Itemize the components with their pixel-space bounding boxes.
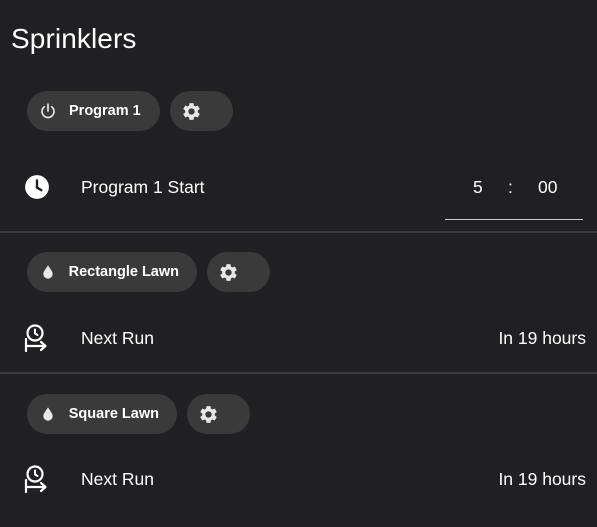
clock-icon (23, 173, 51, 201)
timer-arrow-icon (23, 465, 51, 494)
program-1-start-label: Program 1 Start (81, 176, 205, 197)
gear-icon (217, 261, 239, 283)
next-run-value: In 19 hours (498, 327, 586, 348)
divider (0, 231, 597, 233)
time-separator: : (508, 177, 513, 197)
program-1-label: Program 1 (69, 103, 141, 119)
next-run-label: Next Run (81, 327, 154, 348)
gear-icon (180, 100, 202, 122)
rectangle-lawn-label: Rectangle Lawn (68, 264, 179, 280)
power-icon (39, 102, 57, 120)
square-lawn-next-run-row: Next Run In 19 hours (0, 459, 597, 499)
square-lawn-chip[interactable]: Square Lawn (27, 394, 177, 434)
rectangle-lawn-next-run-row: Next Run In 19 hours (0, 318, 597, 358)
time-minute-field[interactable]: 00 (538, 177, 557, 198)
gear-icon (197, 403, 219, 425)
program-1-settings-button[interactable] (170, 91, 233, 131)
next-run-value: In 19 hours (498, 468, 586, 489)
square-lawn-label: Square Lawn (68, 406, 159, 422)
rectangle-lawn-chip[interactable]: Rectangle Lawn (27, 252, 197, 292)
timer-arrow-icon (23, 324, 51, 353)
rectangle-lawn-settings-button[interactable] (207, 252, 270, 292)
sprinklers-card: Sprinklers Program 1 Program 1 Start 5:… (0, 0, 597, 527)
divider (0, 372, 597, 374)
program-1-chip[interactable]: Program 1 (27, 91, 160, 131)
water-drop-icon (39, 263, 57, 281)
water-drop-icon (39, 405, 57, 423)
time-hour-field[interactable]: 5 (473, 177, 483, 198)
program-1-start-time-input[interactable]: 5 : 00 (445, 168, 583, 220)
card-title: Sprinklers (11, 23, 137, 54)
next-run-label: Next Run (81, 468, 154, 489)
square-lawn-settings-button[interactable] (187, 394, 250, 434)
